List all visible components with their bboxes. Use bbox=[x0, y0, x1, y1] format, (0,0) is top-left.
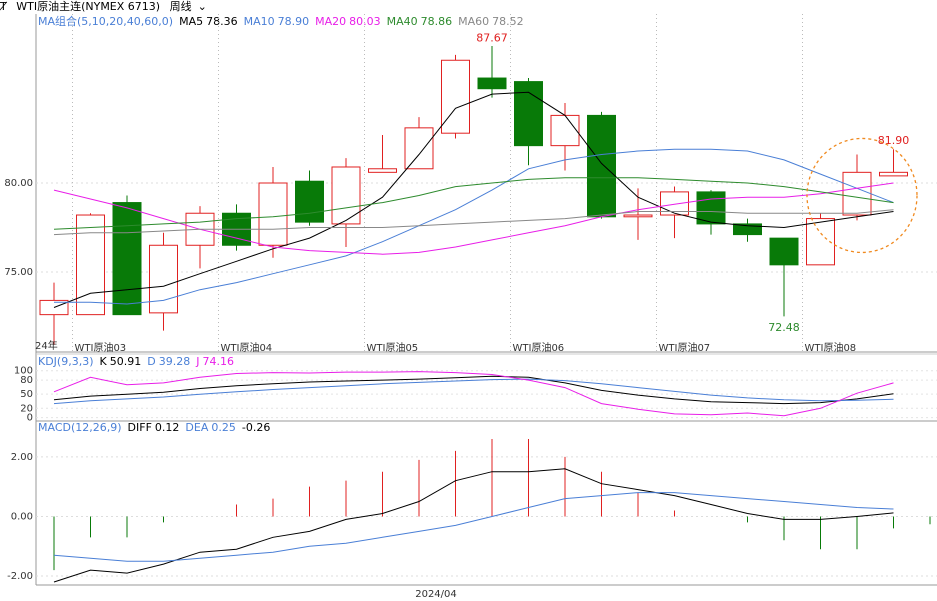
candle-body bbox=[587, 114, 616, 218]
candle-body bbox=[76, 214, 105, 316]
candle-body bbox=[368, 168, 397, 173]
candle-up bbox=[441, 54, 470, 139]
candle-up bbox=[368, 134, 397, 173]
candle-body bbox=[112, 202, 142, 316]
price-annotation: 72.48 bbox=[768, 321, 800, 334]
month-label: WTI原油06 bbox=[513, 341, 565, 354]
candle-up bbox=[39, 282, 69, 345]
candle-body bbox=[879, 171, 908, 177]
ma-line-ma20 bbox=[53, 182, 894, 255]
kdj-tick-label: 80 bbox=[20, 375, 33, 386]
price-tick-label: 80.00 bbox=[4, 178, 33, 189]
candle-body bbox=[477, 77, 507, 90]
ma-line-ma60 bbox=[53, 209, 894, 236]
ma-line-ma40 bbox=[53, 177, 894, 230]
month-label: WTI原油05 bbox=[367, 341, 419, 354]
macd-tick-label: -2.00 bbox=[7, 571, 33, 582]
price-annotation: 87.67 bbox=[476, 32, 508, 45]
candle-up bbox=[879, 149, 908, 177]
macd-tick-label: 2.00 bbox=[11, 452, 33, 463]
month-label: WTI原油03 bbox=[75, 341, 127, 354]
candle-body bbox=[149, 244, 178, 314]
candle-down bbox=[222, 204, 251, 251]
price-tick-label: 75.00 bbox=[4, 267, 33, 278]
candle-up bbox=[842, 154, 872, 221]
candle-body bbox=[550, 114, 580, 147]
candle-body bbox=[404, 127, 434, 170]
x-axis-date-label: 2024/04 bbox=[415, 589, 457, 600]
candle-down bbox=[514, 78, 543, 166]
month-label: WTI原油04 bbox=[221, 341, 273, 354]
candle-down bbox=[587, 111, 616, 219]
candle-body bbox=[623, 214, 653, 218]
candle-up bbox=[185, 206, 215, 269]
candle-body bbox=[441, 59, 470, 134]
candle-up bbox=[331, 158, 361, 248]
candle-up bbox=[623, 188, 653, 240]
candle-body bbox=[331, 166, 361, 225]
candle-body bbox=[842, 171, 872, 216]
price-annotation: 81.90 bbox=[878, 134, 910, 147]
month-label: WTI原油07 bbox=[659, 341, 711, 354]
candle-down bbox=[733, 218, 762, 242]
candle-up bbox=[149, 232, 178, 331]
macd-line-diff bbox=[53, 468, 894, 583]
macd-tick-label: 0.00 bbox=[11, 511, 33, 522]
candle-up bbox=[404, 117, 434, 170]
candle-down bbox=[112, 195, 142, 316]
chart-canvas[interactable]: 80.00 75.00 WTI原油03 WTI原油04 WTI原油05 WTI原油06 WT… bbox=[0, 0, 937, 601]
candle-up bbox=[660, 186, 689, 239]
kdj-tick-label: 50 bbox=[20, 389, 33, 400]
candle-down bbox=[477, 46, 507, 98]
candle-down bbox=[295, 170, 324, 226]
month-label: WTI原油08 bbox=[805, 341, 857, 354]
kdj-tick-label: 0 bbox=[27, 413, 33, 424]
macd-line-dea bbox=[53, 492, 894, 562]
candle-body bbox=[769, 237, 799, 266]
candle-body bbox=[696, 191, 726, 225]
candle-body bbox=[514, 81, 543, 147]
kdj-line-d bbox=[53, 378, 894, 405]
year-label: 24年 bbox=[35, 339, 58, 352]
candle-down bbox=[769, 237, 799, 317]
candle-body bbox=[295, 180, 324, 223]
candle-body bbox=[258, 182, 288, 246]
